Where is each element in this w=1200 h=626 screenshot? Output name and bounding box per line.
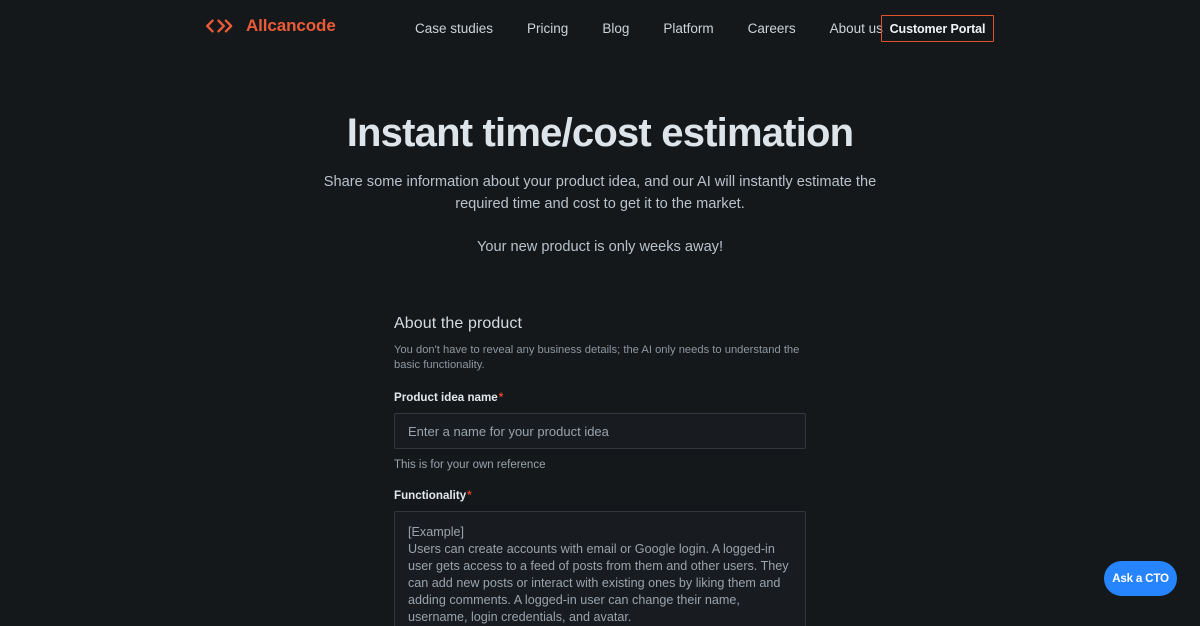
ask-a-cto-chat-button[interactable]: Ask a CTO [1104, 561, 1177, 596]
nav-item-about-us[interactable]: About us [830, 21, 883, 37]
nav-item-case-studies[interactable]: Case studies [415, 21, 493, 37]
main-navigation: Case studies Pricing Blog Platform Caree… [415, 21, 883, 37]
product-idea-name-input[interactable] [394, 413, 806, 449]
customer-portal-button[interactable]: Customer Portal [881, 15, 994, 42]
hero-subtitle: Share some information about your produc… [320, 172, 880, 215]
nav-item-platform[interactable]: Platform [663, 21, 713, 37]
page-title: Instant time/cost estimation [0, 108, 1200, 158]
hero-section: Instant time/cost estimation Share some … [0, 108, 1200, 258]
product-idea-name-label-text: Product idea name [394, 391, 498, 404]
brand-logo-link[interactable]: Allcancode [205, 17, 336, 34]
page-root: Allcancode Case studies Pricing Blog Pla… [0, 0, 1200, 626]
estimation-form: About the product You don't have to reve… [394, 314, 806, 626]
functionality-label: Functionality* [394, 489, 806, 503]
field-product-idea-name: Product idea name* This is for your own … [394, 391, 806, 473]
form-section-title: About the product [394, 314, 806, 334]
hero-tagline: Your new product is only weeks away! [0, 237, 1200, 258]
code-chevrons-logo-icon [205, 18, 237, 34]
required-asterisk: * [467, 489, 472, 502]
nav-item-pricing[interactable]: Pricing [527, 21, 568, 37]
required-asterisk: * [499, 391, 504, 404]
nav-item-careers[interactable]: Careers [748, 21, 796, 37]
field-functionality: Functionality* [394, 489, 806, 626]
product-idea-name-helper: This is for your own reference [394, 458, 806, 473]
site-header: Allcancode Case studies Pricing Blog Pla… [0, 0, 1200, 58]
nav-item-blog[interactable]: Blog [602, 21, 629, 37]
functionality-label-text: Functionality [394, 489, 466, 502]
form-section-description: You don't have to reveal any business de… [394, 343, 806, 373]
product-idea-name-label: Product idea name* [394, 391, 806, 405]
brand-name: Allcancode [246, 17, 336, 34]
functionality-textarea[interactable] [394, 511, 806, 626]
